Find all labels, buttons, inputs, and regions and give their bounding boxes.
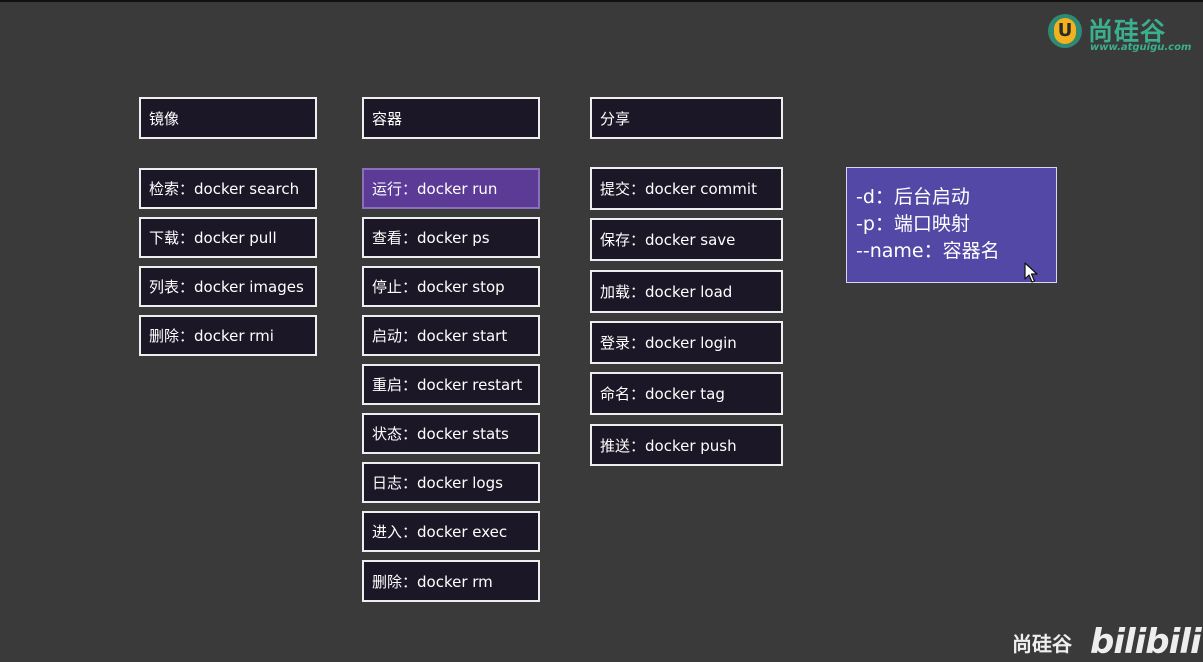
image-cmd-images[interactable]: 列表：docker images	[139, 266, 317, 307]
share-cmd-push[interactable]: 推送：docker push	[590, 424, 783, 466]
container-cmd-stats[interactable]: 状态：docker stats	[362, 413, 540, 454]
option-name: --name：容器名	[856, 240, 1000, 262]
container-cmd-exec[interactable]: 进入：docker exec	[362, 511, 540, 552]
container-cmd-start[interactable]: 启动：docker start	[362, 315, 540, 356]
container-cmd-ps[interactable]: 查看：docker ps	[362, 217, 540, 258]
share-cmd-tag[interactable]: 命名：docker tag	[590, 372, 783, 415]
image-cmd-search[interactable]: 检索：docker search	[139, 168, 317, 209]
share-cmd-save[interactable]: 保存：docker save	[590, 218, 783, 261]
logo-mark: U	[1054, 18, 1076, 44]
watermark-text: 尚硅谷	[1012, 632, 1072, 656]
share-cmd-commit[interactable]: 提交：docker commit	[590, 167, 783, 210]
share-column-header[interactable]: 分享	[590, 97, 783, 139]
container-cmd-run[interactable]: 运行：docker run	[362, 168, 540, 209]
share-cmd-login[interactable]: 登录：docker login	[590, 321, 783, 364]
image-cmd-pull[interactable]: 下载：docker pull	[139, 217, 317, 258]
container-cmd-logs[interactable]: 日志：docker logs	[362, 462, 540, 503]
logo-icon: U	[1048, 14, 1082, 48]
share-cmd-load[interactable]: 加载：docker load	[590, 270, 783, 313]
container-cmd-rm[interactable]: 删除：docker rm	[362, 560, 540, 602]
top-border-line	[0, 0, 1203, 2]
mouse-cursor-icon	[1024, 262, 1038, 283]
atguigu-logo: U 尚硅谷 www.atguigu.com	[1046, 12, 1196, 56]
option-port: -p：端口映射	[856, 213, 970, 235]
image-cmd-rmi[interactable]: 删除：docker rmi	[139, 315, 317, 356]
container-cmd-restart[interactable]: 重启：docker restart	[362, 364, 540, 405]
bilibili-logo: bilibili	[1090, 622, 1202, 662]
logo-url: www.atguigu.com	[1090, 42, 1192, 53]
container-cmd-stop[interactable]: 停止：docker stop	[362, 266, 540, 307]
option-detach: -d：后台启动	[856, 186, 970, 208]
image-column-header[interactable]: 镜像	[139, 97, 317, 139]
container-column-header[interactable]: 容器	[362, 97, 540, 139]
